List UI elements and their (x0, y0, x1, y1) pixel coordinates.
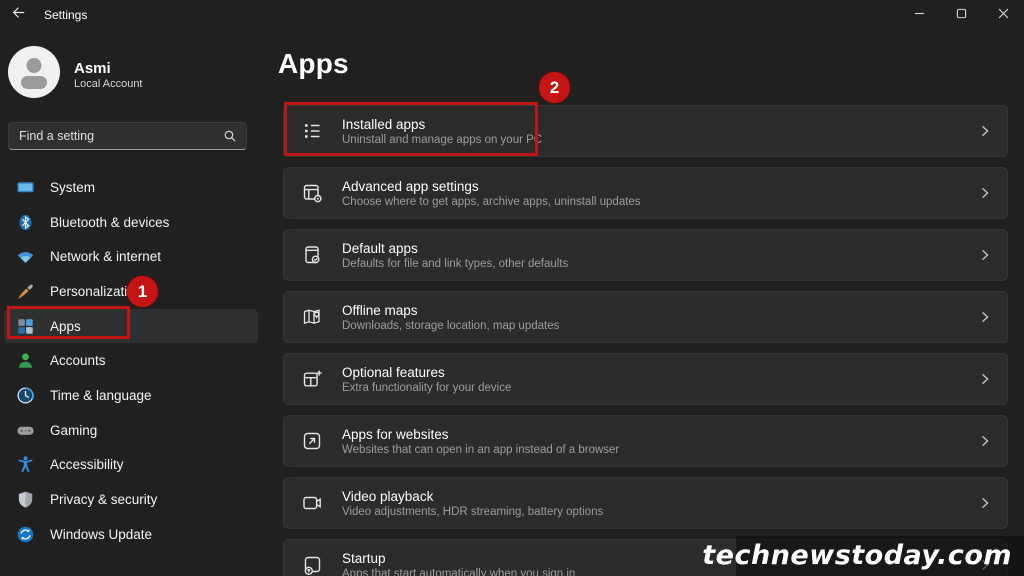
card-title: Offline maps (342, 302, 418, 318)
card-subtitle: Choose where to get apps, archive apps, … (342, 195, 641, 208)
sidebar-item-system[interactable]: System (4, 170, 258, 205)
apps-for-websites-icon (300, 429, 324, 453)
apps-icon (16, 317, 35, 336)
card-title: Advanced app settings (342, 178, 479, 194)
watermark: technewstoday.com (702, 540, 1012, 571)
card-installed-apps[interactable]: Installed apps Uninstall and manage apps … (283, 105, 1008, 157)
card-subtitle: Extra functionality for your device (342, 381, 512, 394)
sidebar-item-windows-update[interactable]: Windows Update (4, 517, 258, 552)
sidebar-item-label: Accounts (50, 353, 106, 369)
sidebar-item-accounts[interactable]: Accounts (4, 343, 258, 378)
search-box[interactable] (8, 122, 247, 150)
accessibility-icon (16, 455, 35, 474)
system-icon (16, 178, 35, 197)
maximize-icon (956, 6, 967, 24)
chevron-right-icon (979, 435, 991, 447)
minimize-button[interactable] (898, 0, 940, 30)
offline-maps-icon (300, 305, 324, 329)
installed-apps-icon (300, 119, 324, 143)
search-icon (223, 129, 246, 143)
card-apps-for-websites[interactable]: Apps for websites Websites that can open … (283, 415, 1008, 467)
window-title: Settings (44, 8, 88, 22)
default-apps-icon (300, 243, 324, 267)
sidebar-item-label: Privacy & security (50, 492, 158, 508)
page-title: Apps (278, 48, 349, 79)
search-input[interactable] (9, 129, 223, 143)
chevron-right-icon (979, 249, 991, 261)
close-button[interactable] (982, 0, 1024, 30)
avatar (8, 46, 60, 103)
sidebar-item-label: Gaming (50, 422, 98, 438)
gaming-icon (16, 421, 35, 440)
sidebar-item-gaming[interactable]: Gaming (4, 413, 258, 448)
titlebar: Settings (0, 0, 1024, 30)
startup-icon (300, 553, 324, 576)
video-playback-icon (300, 491, 324, 515)
card-offline-maps[interactable]: Offline maps Downloads, storage location,… (283, 291, 1008, 343)
sidebar-item-apps[interactable]: Apps (4, 308, 258, 344)
privacy-icon (16, 490, 35, 509)
sidebar-item-accessibility[interactable]: Accessibility (4, 448, 258, 483)
card-subtitle: Websites that can open in an app instead… (342, 443, 620, 456)
chevron-right-icon (979, 187, 991, 199)
card-title: Video playback (342, 488, 434, 504)
personalization-icon (16, 282, 35, 301)
advanced-app-settings-icon (300, 181, 324, 205)
card-title: Installed apps (342, 116, 426, 132)
sidebar-nav: System Bluetooth & devices Network & inter… (4, 170, 258, 552)
annotation-step-1: 1 (127, 276, 158, 307)
chevron-right-icon (979, 125, 991, 137)
sidebar-item-label: Network & internet (50, 249, 162, 265)
maximize-button[interactable] (940, 0, 982, 30)
card-default-apps[interactable]: Default apps Defaults for file and link t… (283, 229, 1008, 281)
settings-card-list: Installed apps Uninstall and manage apps … (283, 105, 1008, 576)
card-advanced-app-settings[interactable]: Advanced app settings Choose where to get… (283, 167, 1008, 219)
chevron-right-icon (979, 373, 991, 385)
window-controls (898, 0, 1024, 30)
chevron-right-icon (979, 311, 991, 323)
card-title: Default apps (342, 240, 418, 256)
sidebar-item-label: System (50, 179, 96, 195)
card-subtitle: Downloads, storage location, map updates (342, 319, 560, 332)
chevron-right-icon (979, 497, 991, 509)
sidebar-item-label: Accessibility (50, 457, 124, 473)
card-subtitle: Defaults for file and link types, other … (342, 257, 569, 270)
close-icon (998, 6, 1009, 24)
card-title: Apps for websites (342, 426, 449, 442)
card-title: Optional features (342, 364, 445, 380)
card-subtitle: Uninstall and manage apps on your PC (342, 133, 543, 146)
sidebar-item-time-language[interactable]: Time & language (4, 378, 258, 413)
sidebar-item-network-internet[interactable]: Network & internet (4, 239, 258, 274)
accounts-icon (16, 351, 35, 370)
card-optional-features[interactable]: Optional features Extra functionality for… (283, 353, 1008, 405)
windows-update-icon (16, 525, 35, 544)
bluetooth-icon (16, 213, 35, 232)
sidebar-item-bluetooth-devices[interactable]: Bluetooth & devices (4, 205, 258, 240)
back-arrow-icon (11, 5, 26, 25)
annotation-step-2: 2 (539, 72, 570, 103)
sidebar-item-privacy-security[interactable]: Privacy & security (4, 482, 258, 517)
card-subtitle: Video adjustments, HDR streaming, batter… (342, 505, 604, 518)
sidebar-item-label: Bluetooth & devices (50, 214, 170, 230)
profile-name: Asmi (74, 59, 111, 77)
minimize-icon (914, 6, 925, 24)
sidebar-item-label: Time & language (50, 387, 152, 403)
time-language-icon (16, 386, 35, 405)
profile-account-type: Local Account (74, 78, 143, 91)
sidebar-item-label: Apps (50, 318, 81, 334)
optional-features-icon (300, 367, 324, 391)
network-icon (16, 247, 35, 266)
back-button[interactable] (0, 0, 36, 30)
sidebar-item-label: Windows Update (50, 526, 153, 542)
user-profile[interactable]: Asmi Local Account (8, 46, 143, 103)
card-video-playback[interactable]: Video playback Video adjustments, HDR str… (283, 477, 1008, 529)
